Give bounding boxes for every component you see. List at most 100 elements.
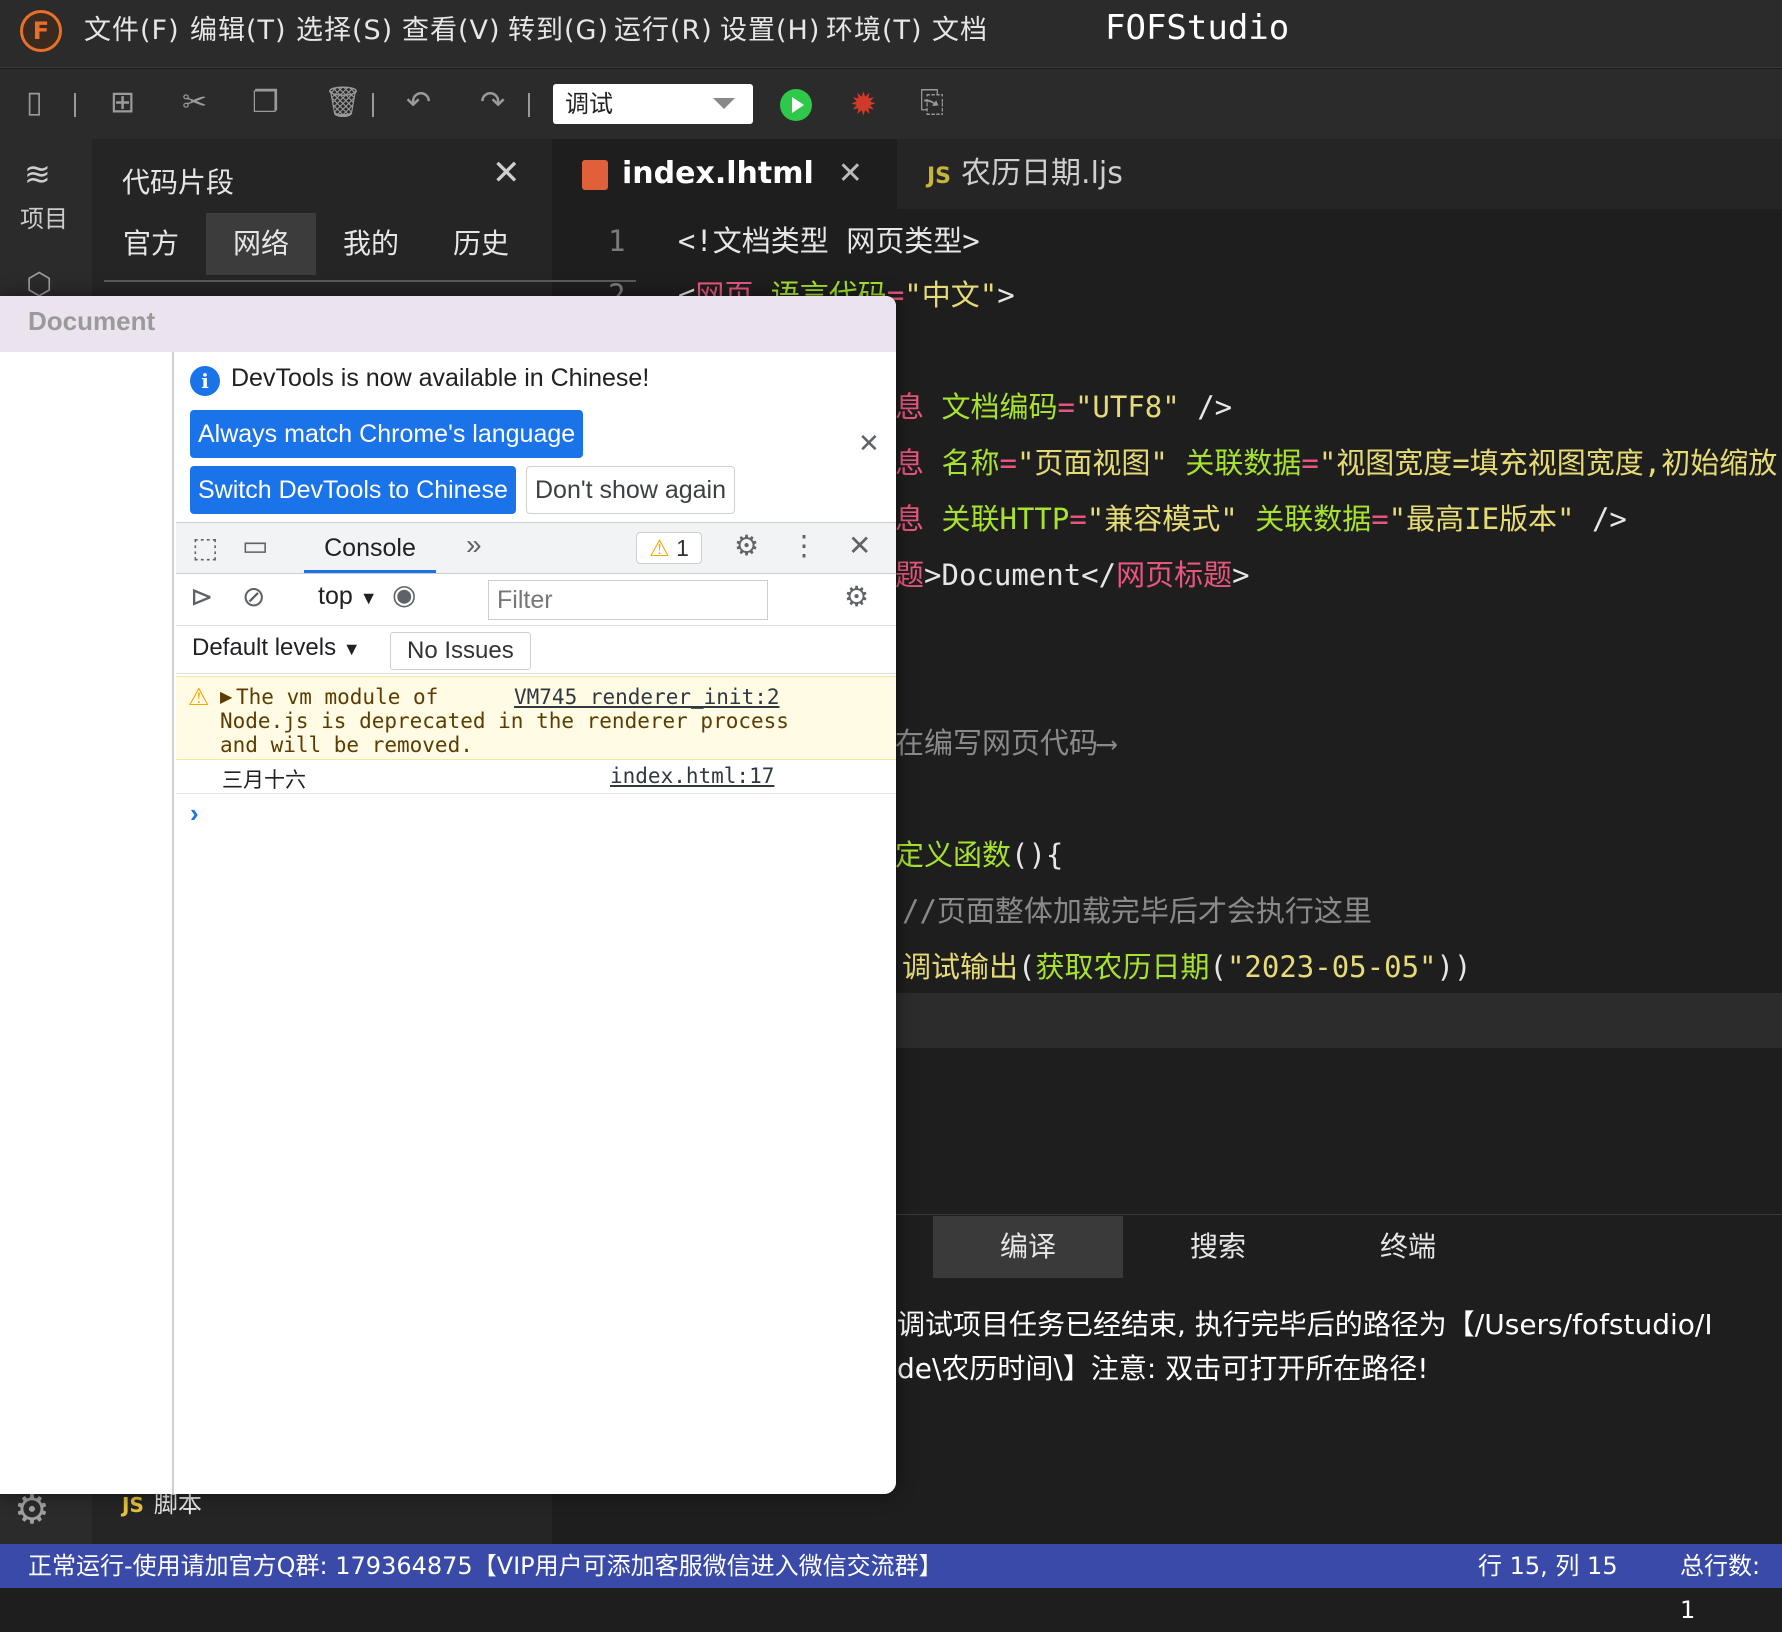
undo-icon[interactable]: ↶ <box>406 85 431 120</box>
cut-icon[interactable]: ✂ <box>182 85 207 120</box>
clear-console-icon[interactable]: ⊘ <box>242 580 265 613</box>
js-file-icon: JS <box>927 164 952 189</box>
code-line-11[interactable]: 在编写网页代码⟶ <box>895 720 1115 762</box>
window-titlebar[interactable]: Document <box>0 296 896 352</box>
code-line-8[interactable]: 题>Document</网页标题> <box>895 552 1250 594</box>
code-line-6[interactable]: 息 名称="页面视图" 关联数据="视图宽度=填充视图宽度,初始缩放 <box>895 440 1777 482</box>
menu-goto[interactable]: 转到(G) <box>508 8 609 47</box>
console-warning-message[interactable]: ⚠ ▶ The vm module of VM745 renderer_init… <box>176 676 896 760</box>
menu-edit[interactable]: 编辑(T) <box>190 8 287 47</box>
issues-button[interactable]: No Issues <box>390 632 531 670</box>
run-icon[interactable] <box>780 89 812 121</box>
js-file-icon: JS <box>122 1493 144 1517</box>
sidebar-toggle-icon[interactable]: ⊳ <box>190 580 213 613</box>
output-panel: 编译 搜索 终端 调试项目任务已经结束, 执行完毕后的路径为【/Users/fo… <box>895 1214 1782 1544</box>
tab-index-lhtml[interactable]: index.lhtml ✕ <box>552 139 897 209</box>
context-select[interactable]: top ▼ <box>318 582 378 611</box>
info-icon: i <box>190 366 220 396</box>
code-line-7[interactable]: 息 关联HTTP="兼容模式" 关联数据="最高IE版本" /> <box>895 496 1627 538</box>
warning-count-badge[interactable]: ⚠ 1 <box>636 532 702 564</box>
devtools-window: Document i DevTools is now available in … <box>0 296 896 1494</box>
device-toolbar-icon[interactable]: ▭ <box>242 529 268 562</box>
close-icon[interactable]: ✕ <box>858 428 880 459</box>
warning-icon: ⚠ <box>649 535 670 561</box>
log-levels-select[interactable]: Default levels ▼ <box>192 634 361 662</box>
total-lines: 总行数: 1 <box>1680 1552 1761 1624</box>
tab-network[interactable]: 网络 <box>206 213 316 275</box>
editor-tabs: index.lhtml ✕ JS 农历日期.ljs <box>552 139 1782 209</box>
dont-show-again-button[interactable]: Don't show again <box>526 466 736 514</box>
toolbar-divider <box>528 93 530 117</box>
more-options-icon[interactable]: ⋮ <box>790 529 818 562</box>
save-icon[interactable]: ▯ <box>26 85 43 120</box>
close-icon[interactable]: ✕ <box>492 153 521 193</box>
output-line[interactable]: 调试项目任务已经结束, 执行完毕后的路径为【/Users/fofstudio/I <box>897 1303 1713 1343</box>
gear-icon[interactable]: ⚙ <box>734 529 759 562</box>
project-label[interactable]: 项目 <box>20 199 68 234</box>
warning-text: Node.js is deprecated in the renderer pr… <box>220 709 789 733</box>
tab-history[interactable]: 历史 <box>426 213 536 275</box>
warning-text: The vm module of <box>236 685 439 709</box>
layers-icon[interactable]: ≋ <box>24 155 51 193</box>
menu-docs[interactable]: 文档 <box>932 8 988 47</box>
toolbar-divider <box>74 93 76 117</box>
log-text: 三月十六 <box>222 768 306 792</box>
code-line-15[interactable]: 调试输出(获取农历日期("2023-05-05")) <box>902 944 1471 986</box>
redo-icon[interactable]: ↷ <box>480 85 505 120</box>
console-levels-bar: Default levels ▼ No Issues <box>176 626 896 674</box>
tab-label: 农历日期.ljs <box>961 156 1123 191</box>
menu-bar: F 文件(F) 编辑(T) 选择(S) 查看(V) 转到(G) 运行(R) 设置… <box>0 0 1782 68</box>
console-prompt-icon[interactable]: › <box>190 798 199 829</box>
menu-select[interactable]: 选择(S) <box>296 8 393 47</box>
warning-icon: ⚠ <box>188 684 210 711</box>
menu-file[interactable]: 文件(F) <box>84 8 180 47</box>
expand-triangle-icon[interactable]: ▶ <box>220 687 232 707</box>
tab-console[interactable]: Console <box>304 523 436 573</box>
close-icon[interactable]: ✕ <box>848 529 871 562</box>
run-mode-value: 调试 <box>565 90 613 118</box>
tab-label: index.lhtml <box>622 156 814 191</box>
eye-icon[interactable]: ◉ <box>392 578 416 611</box>
devtools-panel: i DevTools is now available in Chinese! … <box>176 352 896 1494</box>
close-icon[interactable]: ✕ <box>838 156 863 191</box>
warning-text: and will be removed. <box>220 733 473 757</box>
language-infobar-text: DevTools is now available in Chinese! <box>231 364 650 392</box>
gear-icon[interactable]: ⚙ <box>844 580 869 613</box>
toolbar-divider <box>372 93 374 117</box>
code-line-14[interactable]: //页面整体加载完毕后才会执行这里 <box>902 888 1372 930</box>
run-mode-select[interactable]: 调试 <box>553 84 753 124</box>
switch-to-chinese-button[interactable]: Switch DevTools to Chinese <box>190 466 516 514</box>
menu-run[interactable]: 运行(R) <box>614 8 713 47</box>
console-filter-bar: ⊳ ⊘ top ▼ ◉ Filter ⚙ <box>176 574 896 626</box>
tab-compile[interactable]: 编译 <box>933 1216 1123 1278</box>
filter-input[interactable]: Filter <box>488 580 768 620</box>
chevron-down-icon: ▼ <box>342 639 361 659</box>
tab-official[interactable]: 官方 <box>96 213 206 275</box>
output-line[interactable]: de\农历时间\】注意: 双击可打开所在路径! <box>897 1347 1428 1387</box>
find-in-files-icon[interactable]: ⎘ <box>920 85 944 120</box>
log-source-link[interactable]: index.html:17 <box>610 764 774 788</box>
menu-environment[interactable]: 环境(T) <box>826 8 923 47</box>
more-tabs-icon[interactable]: » <box>466 529 482 561</box>
chevron-down-icon <box>713 98 735 109</box>
always-match-language-button[interactable]: Always match Chrome's language <box>190 410 584 458</box>
warning-source-link[interactable]: VM745 renderer_init:2 <box>514 685 780 709</box>
code-line-13[interactable]: 定义函数(){ <box>895 832 1063 874</box>
tab-mine[interactable]: 我的 <box>316 213 426 275</box>
status-message: 正常运行-使用请加官方Q群: 179364875【VIP用户可添加客服微信进入微… <box>28 1552 943 1580</box>
code-line-1[interactable]: 1 <!文档类型 网页类型> <box>608 218 980 260</box>
snippets-title: 代码片段 <box>122 166 235 199</box>
tab-search[interactable]: 搜索 <box>1123 1216 1313 1278</box>
toolbar: ▯ ⊞ ✂ ❐ 🗑 ↶ ↷ 调试 ✹ ⎘ <box>0 69 1782 139</box>
code-line-5[interactable]: 息 文档编码="UTF8" /> <box>895 384 1232 426</box>
menu-view[interactable]: 查看(V) <box>402 8 501 47</box>
tab-terminal[interactable]: 终端 <box>1313 1216 1503 1278</box>
inspect-element-icon[interactable]: ⬚ <box>192 531 218 564</box>
delete-icon[interactable]: 🗑 <box>324 85 362 120</box>
tab-lunar-date-ljs[interactable]: JS 农历日期.ljs <box>897 139 1227 209</box>
console-log-message[interactable]: 三月十六 index.html:17 <box>176 760 896 794</box>
new-file-icon[interactable]: ⊞ <box>110 85 135 120</box>
copy-icon[interactable]: ❐ <box>252 85 279 120</box>
debug-icon[interactable]: ✹ <box>850 85 877 123</box>
menu-settings[interactable]: 设置(H) <box>720 8 820 47</box>
